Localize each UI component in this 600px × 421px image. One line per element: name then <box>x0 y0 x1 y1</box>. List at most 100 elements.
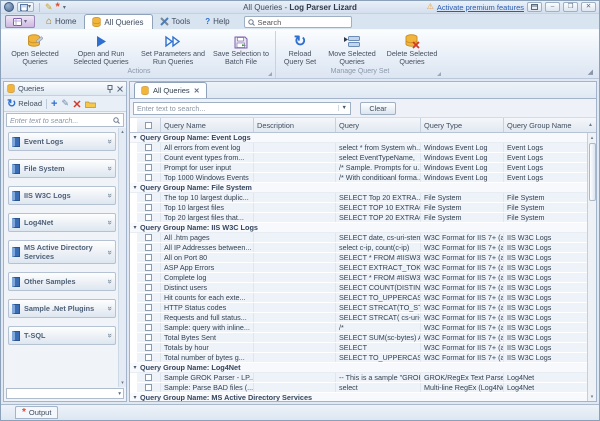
row-checkbox[interactable] <box>137 303 161 312</box>
star-icon[interactable]: * <box>56 4 60 11</box>
qat-customize-arrow-icon[interactable]: ▾ <box>63 4 66 11</box>
reload-query-set-button[interactable]: ↻ Reload Query Set <box>278 32 322 68</box>
dialog-launcher-icon[interactable] <box>437 72 441 76</box>
tab-all-queries[interactable]: All Queries <box>84 14 152 29</box>
table-row[interactable]: Top 1000 Windows Events/* With conditioa… <box>130 173 587 183</box>
sidebar-bottom-dropdown[interactable]: ▾ <box>6 388 124 399</box>
add-query-icon[interactable]: + <box>51 99 57 109</box>
expand-triangle-icon[interactable]: ▾ <box>130 223 140 232</box>
table-row[interactable]: Count event types from...select EventTyp… <box>130 153 587 163</box>
column-header-query[interactable]: Query <box>336 118 421 132</box>
scrollbar-thumb[interactable] <box>589 143 596 201</box>
sidebar-item-sample-net-plugins[interactable]: Sample .Net Plugins» <box>8 299 116 318</box>
tab-home[interactable]: ⌂ Home <box>39 14 84 29</box>
reload-button[interactable]: ↻ Reload <box>7 99 42 109</box>
ribbon-search-box[interactable] <box>244 16 352 28</box>
row-checkbox[interactable] <box>137 293 161 302</box>
tab-help[interactable]: ? Help <box>198 14 237 29</box>
table-row[interactable]: Complete logSELECT * FROM #IISW3...W3C F… <box>130 273 587 283</box>
expand-triangle-icon[interactable]: ▾ <box>130 133 140 142</box>
row-checkbox[interactable] <box>137 383 161 392</box>
row-checkbox[interactable] <box>137 373 161 382</box>
expand-triangle-icon[interactable]: ▾ <box>130 363 140 372</box>
collapse-chevron-icon[interactable]: » <box>105 220 114 224</box>
row-checkbox[interactable] <box>137 243 161 252</box>
dialog-launcher-icon[interactable] <box>268 72 272 76</box>
scroll-down-icon[interactable]: ▾ <box>591 392 594 401</box>
table-row[interactable]: Total Bytes SentSELECT SUM(sc-bytes) A..… <box>130 333 587 343</box>
table-row[interactable]: Top 20 largest files that...SELECT TOP 2… <box>130 213 587 223</box>
table-row[interactable]: The top 10 largest duplic...SELECT Top 2… <box>130 193 587 203</box>
sidebar-item-ms-active-directory-services[interactable]: MS Active Directory Services» <box>8 240 116 264</box>
save-icon[interactable]: ▾ <box>17 2 34 12</box>
collapse-chevron-icon[interactable]: » <box>105 279 114 283</box>
row-checkbox[interactable] <box>137 203 161 212</box>
table-row[interactable]: Distinct usersSELECT COUNT(DISTINC...W3C… <box>130 283 587 293</box>
row-checkbox[interactable] <box>137 253 161 262</box>
tab-tools[interactable]: Tools <box>153 14 199 29</box>
expand-triangle-icon[interactable]: ▾ <box>130 393 140 401</box>
table-row[interactable]: Hit counts for each exte...SELECT TO_UPP… <box>130 293 587 303</box>
collapse-chevron-icon[interactable]: » <box>105 306 114 310</box>
table-row[interactable]: Prompt for user input/* Sample. Prompts … <box>130 163 587 173</box>
table-row[interactable]: All errors from event logselect * from S… <box>130 143 587 153</box>
sidebar-item-iis-w3c-logs[interactable]: IIS W3C Logs» <box>8 186 116 205</box>
scroll-up-icon[interactable]: ▴ <box>121 129 124 135</box>
ribbon-collapse-icon[interactable]: ◢ <box>588 68 597 78</box>
row-checkbox[interactable] <box>137 333 161 342</box>
activate-premium-link[interactable]: Activate premium features <box>437 3 524 12</box>
row-checkbox[interactable] <box>137 213 161 222</box>
table-row[interactable]: Total number of bytes g...SELECT TO_UPPE… <box>130 353 587 363</box>
row-checkbox[interactable] <box>137 273 161 282</box>
sidebar-item-file-system[interactable]: File System» <box>8 159 116 178</box>
rename-icon[interactable]: ✎ <box>61 98 69 109</box>
column-header-query-group-name[interactable]: Query Group Name▲ <box>504 118 596 132</box>
tab-all-queries-document[interactable]: All Queries ✕ <box>134 82 207 98</box>
table-row[interactable]: Sample GROK Parser - LP...-- This is a s… <box>130 373 587 383</box>
column-header-query-name[interactable]: Query Name <box>161 118 254 132</box>
table-row[interactable]: Sample: query with inline.../*W3C Format… <box>130 323 587 333</box>
row-checkbox[interactable] <box>137 233 161 242</box>
sidebar-search-input[interactable] <box>10 116 113 125</box>
row-checkbox[interactable] <box>137 173 161 182</box>
output-tab[interactable]: * Output <box>15 406 58 419</box>
close-icon[interactable] <box>117 86 123 92</box>
filter-combo[interactable]: ▼ <box>133 102 351 115</box>
scroll-up-icon[interactable]: ▴ <box>591 133 594 142</box>
row-checkbox[interactable] <box>137 323 161 332</box>
sidebar-item-t-sql[interactable]: T-SQL» <box>8 326 116 345</box>
window-style-button[interactable] <box>527 2 542 12</box>
sidebar-item-other-samples[interactable]: Other Samples» <box>8 272 116 291</box>
collapse-chevron-icon[interactable]: » <box>105 139 114 143</box>
table-row[interactable]: Totals by hourSELECTW3C Format for IIS 7… <box>130 343 587 353</box>
minimize-button[interactable]: – <box>545 2 560 12</box>
row-checkbox[interactable] <box>137 163 161 172</box>
collapse-chevron-icon[interactable]: » <box>105 250 114 254</box>
row-checkbox[interactable] <box>137 193 161 202</box>
collapse-chevron-icon[interactable]: » <box>105 166 114 170</box>
collapse-chevron-icon[interactable]: » <box>105 193 114 197</box>
row-checkbox[interactable] <box>137 313 161 322</box>
scroll-down-icon[interactable]: ▾ <box>121 380 124 386</box>
save-selection-to-batch-file-button[interactable]: Save Selection to Batch File <box>209 32 273 68</box>
maximize-button[interactable]: ❒ <box>563 2 578 12</box>
table-row[interactable]: All IP Addresses between...select c-ip, … <box>130 243 587 253</box>
row-checkbox[interactable] <box>137 143 161 152</box>
expand-triangle-icon[interactable]: ▾ <box>130 183 140 192</box>
grid-vertical-scrollbar[interactable]: ▴ ▾ <box>587 133 596 401</box>
open-folder-icon[interactable] <box>85 100 96 108</box>
edit-icon[interactable]: ✎ <box>45 3 53 12</box>
row-checkbox[interactable] <box>137 343 161 352</box>
group-row[interactable]: ▾Query Group Name: Event Logs <box>130 133 587 143</box>
open-selected-queries-button[interactable]: Open Selected Queries <box>5 32 65 68</box>
group-row[interactable]: ▾Query Group Name: File System <box>130 183 587 193</box>
table-row[interactable]: All .htm pagesSELECT date, cs-uri-stemW3… <box>130 233 587 243</box>
combo-dropdown-icon[interactable]: ▼ <box>338 105 347 111</box>
app-icon[interactable] <box>4 2 14 12</box>
table-row[interactable]: ASP App ErrorsSELECT EXTRACT_TOKE...W3C … <box>130 263 587 273</box>
group-row[interactable]: ▾Query Group Name: Log4Net <box>130 363 587 373</box>
select-all-checkbox[interactable] <box>137 118 161 132</box>
pin-icon[interactable] <box>107 85 113 93</box>
ribbon-search-input[interactable] <box>258 18 348 27</box>
move-selected-queries-button[interactable]: Move Selected Queries <box>322 32 382 68</box>
